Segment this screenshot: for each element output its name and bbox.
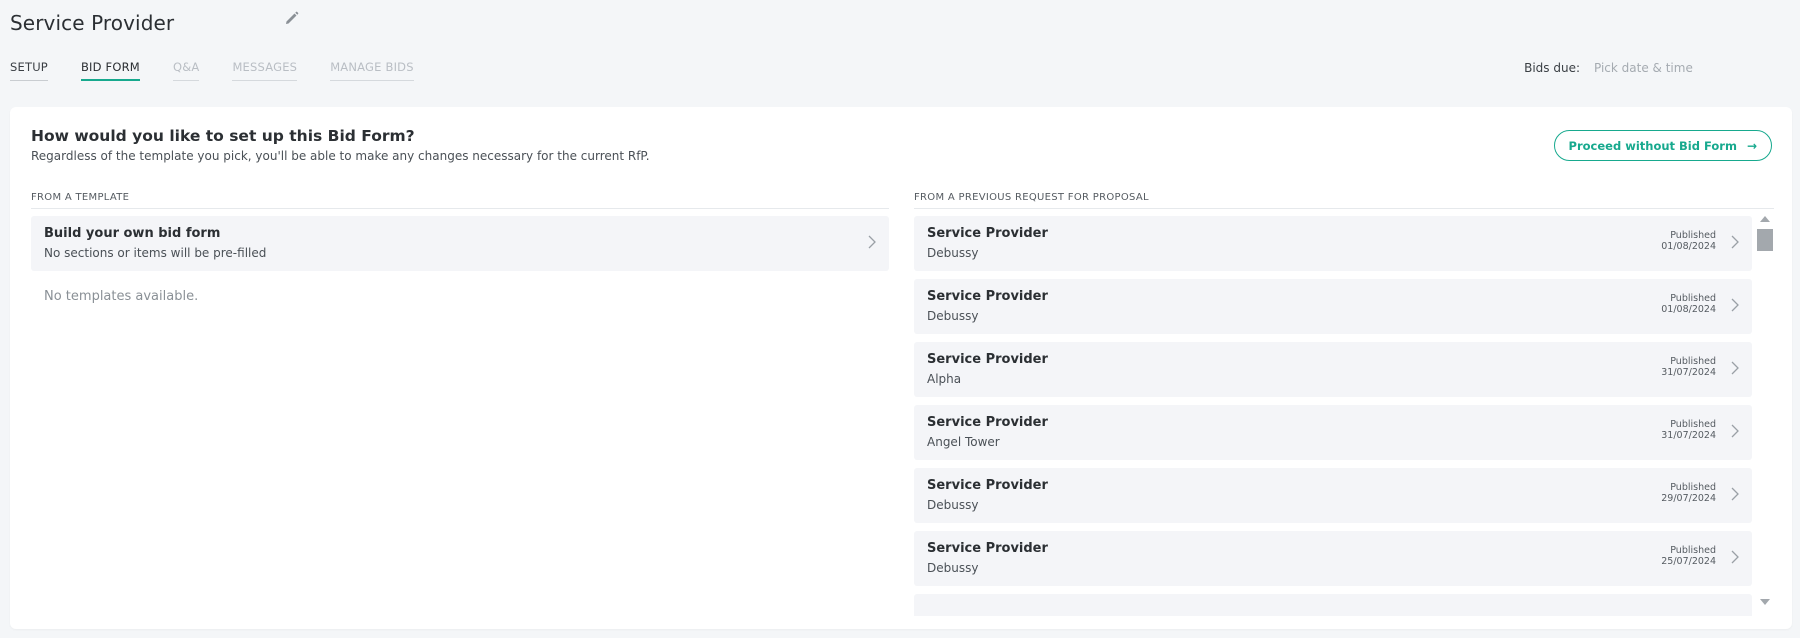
card-subheading: Regardless of the template you pick, you… bbox=[31, 149, 650, 163]
proceed-button-label: Proceed without Bid Form bbox=[1568, 138, 1737, 153]
published-label: Published bbox=[1670, 419, 1716, 430]
published-date: 31/07/2024 bbox=[1661, 430, 1716, 441]
chevron-right-icon bbox=[1731, 235, 1739, 249]
scroll-down-arrow-icon[interactable] bbox=[1760, 599, 1770, 605]
rfp-title: Service Provider bbox=[927, 478, 1048, 493]
tab-manage-bids[interactable]: MANAGE BIDS bbox=[330, 60, 414, 81]
rfp-published-info: Published 01/08/2024 bbox=[1661, 230, 1716, 252]
published-label: Published bbox=[1670, 356, 1716, 367]
rfp-subtitle: Angel Tower bbox=[927, 435, 1000, 449]
published-label: Published bbox=[1670, 293, 1716, 304]
rfp-title: Service Provider bbox=[927, 352, 1048, 367]
build-own-bid-form-option[interactable]: Build your own bid form No sections or i… bbox=[31, 216, 889, 271]
previous-rfp-section-label: FROM A PREVIOUS REQUEST FOR PROPOSAL bbox=[914, 192, 1774, 209]
previous-rfp-list[interactable]: Service Provider Debussy Published 01/08… bbox=[914, 216, 1752, 616]
published-date: 25/07/2024 bbox=[1661, 556, 1716, 567]
tab-setup[interactable]: SETUP bbox=[10, 60, 48, 81]
published-label: Published bbox=[1670, 230, 1716, 241]
template-section-label: FROM A TEMPLATE bbox=[31, 192, 889, 209]
rfp-subtitle: Debussy bbox=[927, 246, 979, 260]
bid-form-setup-card: How would you like to set up this Bid Fo… bbox=[10, 107, 1792, 629]
rfp-title: Service Provider bbox=[927, 289, 1048, 304]
bids-due-label: Bids due: bbox=[1524, 61, 1580, 75]
rfp-list-item[interactable]: Service Provider Debussy Published 25/07… bbox=[914, 531, 1752, 586]
rfp-list-item[interactable]: Service Provider Debussy Published 29/07… bbox=[914, 468, 1752, 523]
published-date: 01/08/2024 bbox=[1661, 241, 1716, 252]
published-label: Published bbox=[1670, 545, 1716, 556]
rfp-published-info: Published 25/07/2024 bbox=[1661, 545, 1716, 567]
page-header: Service Provider bbox=[10, 8, 174, 38]
proceed-without-bid-form-button[interactable]: Proceed without Bid Form → bbox=[1553, 130, 1772, 161]
rfp-subtitle: Debussy bbox=[927, 498, 979, 512]
rfp-list-item[interactable]: Service Provider Debussy Published 01/08… bbox=[914, 216, 1752, 271]
pencil-icon[interactable] bbox=[284, 10, 300, 26]
card-heading: How would you like to set up this Bid Fo… bbox=[31, 127, 415, 145]
build-own-subtitle: No sections or items will be pre-filled bbox=[44, 246, 267, 260]
published-date: 01/08/2024 bbox=[1661, 304, 1716, 315]
rfp-subtitle: Debussy bbox=[927, 309, 979, 323]
chevron-right-icon bbox=[868, 235, 876, 249]
published-date: 29/07/2024 bbox=[1661, 493, 1716, 504]
chevron-right-icon bbox=[1731, 424, 1739, 438]
bids-due-datetime-input[interactable] bbox=[1594, 61, 1724, 75]
arrow-right-icon: → bbox=[1746, 138, 1757, 153]
scroll-up-arrow-icon[interactable] bbox=[1760, 216, 1770, 222]
rfp-published-info: Published 01/08/2024 bbox=[1661, 293, 1716, 315]
rfp-list-item[interactable]: Service Provider Angel Tower Published 3… bbox=[914, 405, 1752, 460]
rfp-list-scrollbar[interactable] bbox=[1756, 216, 1774, 616]
page-title: Service Provider bbox=[10, 11, 175, 35]
chevron-right-icon bbox=[1731, 550, 1739, 564]
published-label: Published bbox=[1670, 482, 1716, 493]
build-own-title: Build your own bid form bbox=[44, 226, 221, 241]
chevron-right-icon bbox=[1731, 298, 1739, 312]
rfp-published-info: Published 31/07/2024 bbox=[1661, 356, 1716, 378]
tab-bid-form[interactable]: BID FORM bbox=[80, 60, 140, 81]
no-templates-message: No templates available. bbox=[44, 289, 199, 304]
rfp-title: Service Provider bbox=[927, 541, 1048, 556]
rfp-list-item-partial[interactable] bbox=[914, 594, 1752, 616]
rfp-published-info: Published 29/07/2024 bbox=[1661, 482, 1716, 504]
rfp-list-item[interactable]: Service Provider Alpha Published 31/07/2… bbox=[914, 342, 1752, 397]
published-date: 31/07/2024 bbox=[1661, 367, 1716, 378]
tab-qa[interactable]: Q&A bbox=[172, 60, 200, 81]
rfp-title: Service Provider bbox=[927, 415, 1048, 430]
rfp-subtitle: Debussy bbox=[927, 561, 979, 575]
rfp-published-info: Published 31/07/2024 bbox=[1661, 419, 1716, 441]
tab-bar: SETUP BID FORM Q&A MESSAGES MANAGE BIDS bbox=[10, 60, 447, 81]
chevron-right-icon bbox=[1731, 361, 1739, 375]
chevron-right-icon bbox=[1731, 487, 1739, 501]
rfp-subtitle: Alpha bbox=[927, 372, 962, 386]
rfp-list-item[interactable]: Service Provider Debussy Published 01/08… bbox=[914, 279, 1752, 334]
tab-messages[interactable]: MESSAGES bbox=[232, 60, 298, 81]
rfp-title: Service Provider bbox=[927, 226, 1048, 241]
scroll-thumb[interactable] bbox=[1757, 229, 1773, 251]
bids-due: Bids due: bbox=[1524, 61, 1724, 75]
